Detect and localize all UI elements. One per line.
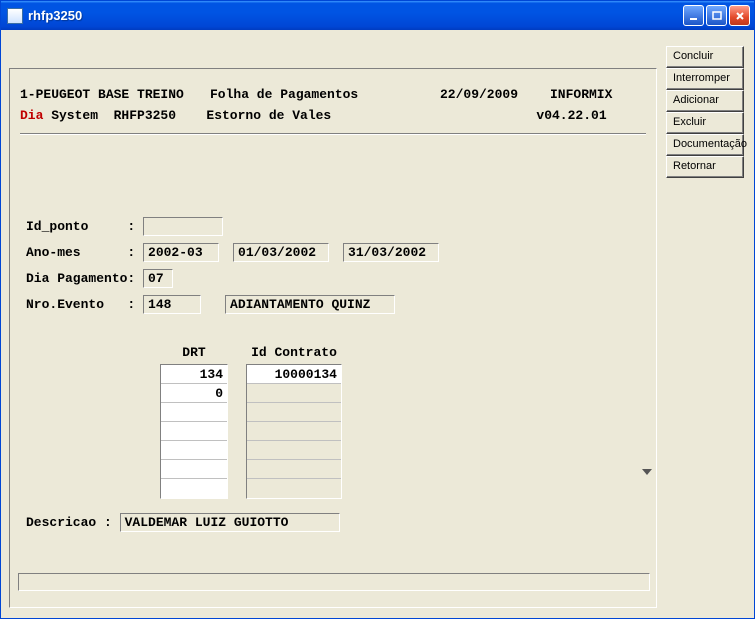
header-divider (20, 133, 646, 135)
grid-drt-box[interactable]: 134 (160, 364, 228, 499)
nro-evento-desc-field: ADIANTAMENTO QUINZ (225, 295, 395, 314)
id-ponto-input[interactable] (148, 219, 218, 234)
main-panel: 1-PEUGEOT BASE TREINO Folha de Pagamento… (9, 68, 657, 608)
id-ponto-label: Id_ponto : (26, 219, 143, 234)
grid-drt-cell[interactable] (161, 460, 227, 479)
window-title: rhfp3250 (28, 8, 683, 23)
titlebar[interactable]: rhfp3250 (1, 1, 754, 30)
close-button[interactable] (729, 5, 750, 26)
grid-drt-cell[interactable]: 134 (161, 365, 227, 384)
hdr-company: 1-PEUGEOT BASE TREINO (20, 87, 210, 102)
grid-drt-cell[interactable] (161, 441, 227, 460)
concluir-button[interactable]: Concluir (666, 46, 744, 68)
hdr-date: 22/09/2009 (440, 87, 550, 102)
app-icon (7, 8, 23, 24)
grid-drt-cell[interactable] (161, 422, 227, 441)
id-ponto-field[interactable] (143, 217, 223, 236)
hdr-module: Folha de Pagamentos (210, 87, 440, 102)
hdr-screen-title: Estorno de Vales (206, 108, 536, 123)
hdr-system: System RHFP3250 (43, 108, 206, 123)
ano-mes-field[interactable]: 2002-03 (143, 243, 219, 262)
grid-contrato-cell[interactable] (247, 422, 341, 441)
data-fim-field[interactable]: 31/03/2002 (343, 243, 439, 262)
documentacao-button[interactable]: Documentação (666, 134, 744, 156)
grid-drt-cell[interactable] (161, 403, 227, 422)
grid-contrato-cell[interactable] (247, 384, 341, 403)
maximize-button[interactable] (706, 5, 727, 26)
retornar-button[interactable]: Retornar (666, 156, 744, 178)
descricao-label: Descricao : (26, 515, 120, 530)
nro-evento-field[interactable]: 148 (143, 295, 201, 314)
adicionar-button[interactable]: Adicionar (666, 90, 744, 112)
scroll-down-icon[interactable] (642, 469, 648, 479)
hdr-dia: Dia (20, 108, 43, 123)
grid-drt-cell-editing[interactable] (161, 384, 227, 403)
interromper-button[interactable]: Interromper (666, 68, 744, 90)
data-ini-field[interactable]: 01/03/2002 (233, 243, 329, 262)
header-line-2: Dia System RHFP3250 Estorno de Vales v04… (20, 108, 646, 123)
minimize-button[interactable] (683, 5, 704, 26)
form-area: Id_ponto : Ano-mes : 2002-03 01/03/2002 … (20, 215, 646, 315)
grid-contrato-column: Id Contrato 10000134 (246, 345, 342, 499)
descricao-row: Descricao : VALDEMAR LUIZ GUIOTTO (20, 513, 646, 532)
grid-drt-column: DRT 134 (160, 345, 228, 499)
dia-pagamento-field[interactable]: 07 (143, 269, 173, 288)
grid-drt-header: DRT (182, 345, 205, 360)
grid-contrato-cell[interactable] (247, 479, 341, 498)
grid-drt-cell[interactable] (161, 479, 227, 498)
app-window: rhfp3250 Concluir Interromper Adicionar … (0, 0, 755, 619)
hdr-version: v04.22.01 (536, 108, 606, 123)
grid-drt-input[interactable] (165, 386, 223, 401)
excluir-button[interactable]: Excluir (666, 112, 744, 134)
grid-contrato-box[interactable]: 10000134 (246, 364, 342, 499)
status-panel (18, 573, 650, 591)
header-line-1: 1-PEUGEOT BASE TREINO Folha de Pagamento… (20, 87, 646, 102)
grid-contrato-cell[interactable] (247, 441, 341, 460)
hdr-db: INFORMIX (550, 87, 612, 102)
grid-contrato-cell[interactable]: 10000134 (247, 365, 341, 384)
side-button-panel: Concluir Interromper Adicionar Excluir D… (666, 46, 744, 178)
grid-contrato-cell[interactable] (247, 460, 341, 479)
ano-mes-label: Ano-mes : (26, 245, 143, 260)
dia-pagamento-label: Dia Pagamento: (26, 271, 143, 286)
grid-area: DRT 134 Id Contrato 10000134 (20, 345, 646, 499)
grid-contrato-header: Id Contrato (251, 345, 337, 360)
client-area: Concluir Interromper Adicionar Excluir D… (1, 30, 754, 618)
descricao-field: VALDEMAR LUIZ GUIOTTO (120, 513, 340, 532)
grid-contrato-cell[interactable] (247, 403, 341, 422)
nro-evento-label: Nro.Evento : (26, 297, 143, 312)
